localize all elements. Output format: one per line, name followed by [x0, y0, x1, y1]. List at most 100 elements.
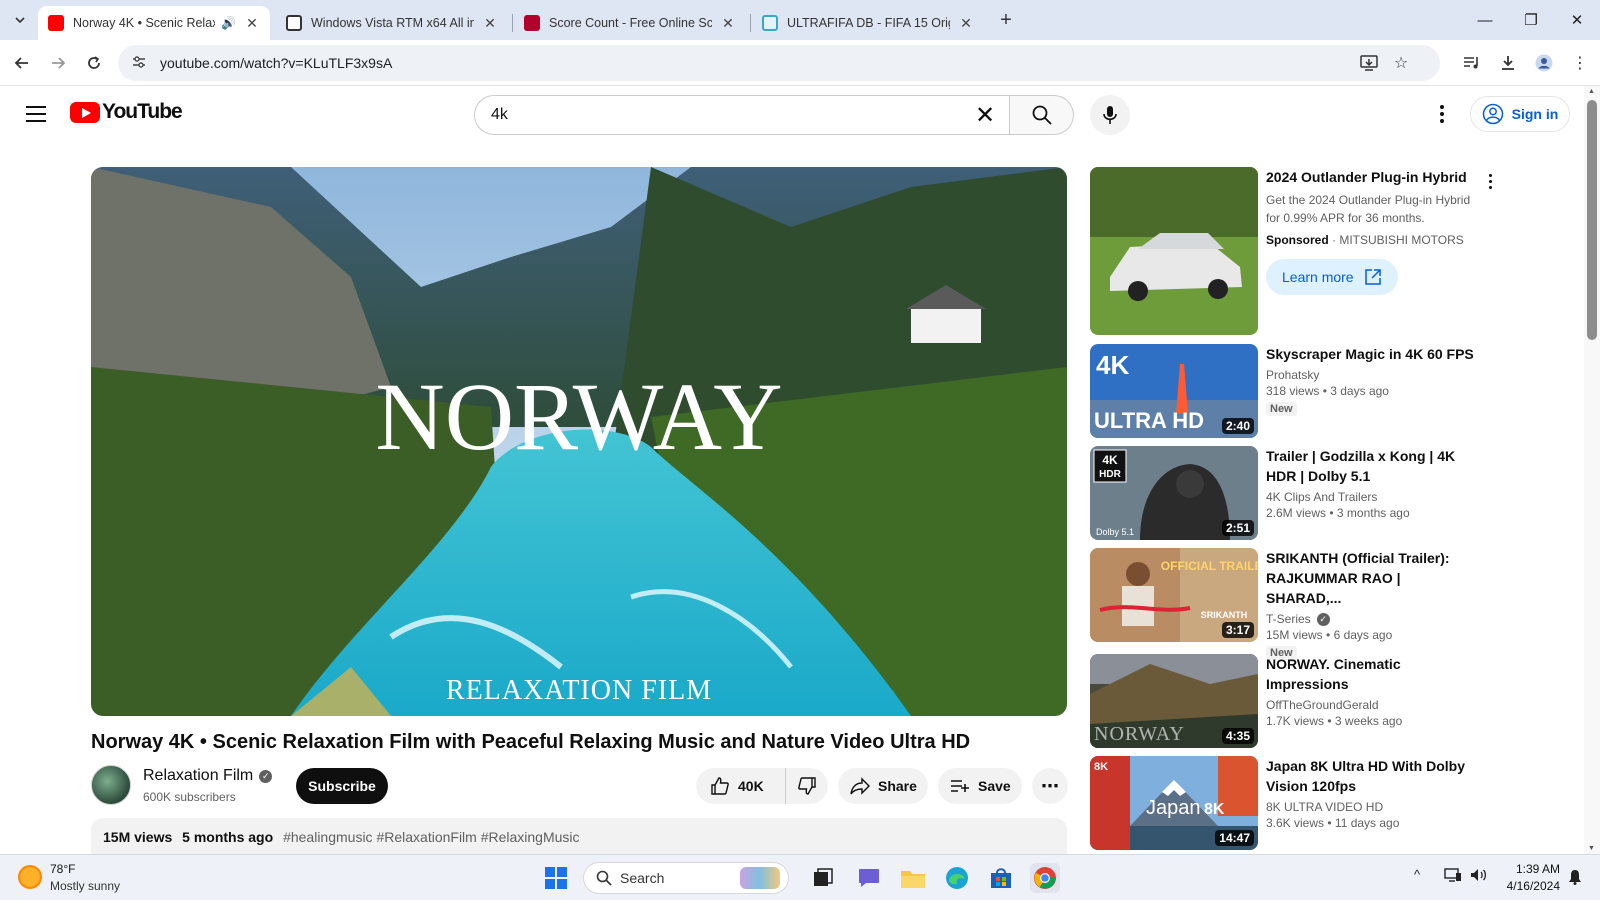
edge-browser-button[interactable]	[942, 863, 972, 893]
channel-name[interactable]: T-Series ✓	[1266, 612, 1476, 626]
taskbar-search-box[interactable]: Search	[583, 862, 789, 894]
forward-button[interactable]	[44, 49, 72, 77]
scrollbar-thumb[interactable]	[1587, 100, 1597, 340]
hashtags[interactable]: #healingmusic #RelaxationFilm #RelaxingM…	[283, 829, 579, 845]
sidebar-ad[interactable]: 2024 Outlander Plug-in Hybrid Get the 20…	[1090, 167, 1550, 337]
show-hidden-icons-chevron-icon[interactable]: ^	[1414, 867, 1420, 882]
thumb-label-4k: 4K	[1096, 350, 1129, 380]
advertiser-name: MITSUBISHI MOTORS	[1339, 233, 1464, 247]
browser-tab[interactable]: Score Count - Free Online Scor ✕	[514, 6, 746, 40]
tab-search-menu-button[interactable]	[8, 8, 32, 32]
sidebar-video[interactable]: 8K Japan 8K 14:47 Japan 8K Ultra HD With…	[1090, 756, 1550, 850]
notification-bell-icon[interactable]	[1568, 869, 1582, 888]
scroll-up-arrow-icon[interactable]: ▲	[1588, 88, 1595, 95]
search-highlight-icon	[740, 867, 780, 889]
channel-name-link[interactable]: Relaxation Film ✓	[143, 767, 273, 785]
sponsored-label: Sponsored	[1266, 233, 1329, 247]
youtube-logo-text: YouTube	[102, 100, 183, 123]
settings-menu-icon[interactable]	[1428, 100, 1456, 128]
browser-tab[interactable]: ULTRAFIFA DB - FIFA 15 Origina ✕	[752, 6, 984, 40]
video-title: Japan 8K Ultra HD With Dolby Vision 120f…	[1266, 758, 1466, 794]
maximize-button[interactable]: ❐	[1508, 0, 1554, 40]
thumb-label-official-trailer: OFFICIAL TRAILER	[1161, 559, 1258, 573]
youtube-favicon-icon	[48, 15, 64, 31]
channel-name[interactable]: Prohatsky	[1266, 368, 1476, 382]
microsoft-store-button[interactable]	[986, 863, 1016, 893]
reload-button[interactable]	[80, 49, 108, 77]
description-box[interactable]: 15M views 5 months ago #healingmusic #Re…	[91, 818, 1067, 854]
channel-name[interactable]: 4K Clips And Trailers	[1266, 490, 1476, 504]
channel-avatar[interactable]	[91, 765, 131, 805]
site-info-icon[interactable]	[124, 55, 154, 72]
dislike-button[interactable]	[786, 768, 828, 804]
downloads-icon[interactable]	[1494, 49, 1522, 77]
channel-name[interactable]: 8K ULTRA VIDEO HD	[1266, 800, 1476, 814]
browser-tab-strip: Norway 4K • Scenic Relaxat 🔊 ✕ Windows V…	[0, 0, 1600, 40]
microphone-icon	[1103, 106, 1117, 124]
close-tab-icon[interactable]: ✕	[244, 15, 260, 32]
address-bar[interactable]: youtube.com/watch?v=KLuTLF3x9sA ☆	[118, 45, 1440, 81]
more-actions-icon[interactable]: ⋯	[1032, 768, 1068, 804]
close-tab-icon[interactable]: ✕	[720, 15, 736, 32]
sign-in-button[interactable]: Sign in	[1470, 96, 1570, 132]
youtube-logo[interactable]: YouTube	[70, 100, 183, 124]
scroll-down-arrow-icon[interactable]: ▼	[1588, 845, 1595, 852]
video-meta: 318 views • 3 days ago	[1266, 384, 1389, 398]
task-view-button[interactable]	[808, 863, 838, 893]
video-thumbnail[interactable]: 8K Japan 8K 14:47	[1090, 756, 1258, 850]
youtube-play-logo-icon	[70, 101, 100, 123]
upload-age: 5 months ago	[182, 829, 274, 845]
close-tab-icon[interactable]: ✕	[482, 15, 498, 32]
install-app-icon[interactable]	[1356, 50, 1382, 76]
bookmark-star-icon[interactable]: ☆	[1388, 50, 1414, 76]
share-button[interactable]: Share	[838, 768, 928, 804]
chrome-menu-icon[interactable]: ⋮	[1566, 49, 1594, 77]
video-thumbnail[interactable]: 4K ULTRA HD 2:40	[1090, 344, 1258, 438]
video-thumbnail[interactable]: 4K HDR Dolby 5.1 2:51	[1090, 446, 1258, 540]
browser-tab-active[interactable]: Norway 4K • Scenic Relaxat 🔊 ✕	[38, 6, 270, 40]
search-icon	[596, 870, 612, 886]
chrome-taskbar-button[interactable]	[1030, 863, 1060, 893]
video-thumbnail[interactable]: OFFICIAL TRAILER SRIKANTH 3:17	[1090, 548, 1258, 642]
learn-more-button[interactable]: Learn more	[1266, 259, 1398, 295]
browser-tab[interactable]: Windows Vista RTM x64 All in C ✕	[276, 6, 508, 40]
search-input[interactable]: 4k ✕	[474, 95, 1010, 135]
close-window-button[interactable]: ✕	[1554, 0, 1600, 40]
weather-sun-icon[interactable]	[18, 865, 42, 889]
ad-thumbnail[interactable]	[1090, 167, 1258, 335]
sidebar-video[interactable]: 4K HDR Dolby 5.1 2:51 Trailer | Godzilla…	[1090, 446, 1550, 540]
sidebar-video[interactable]: 4K ULTRA HD 2:40 Skyscraper Magic in 4K …	[1090, 344, 1550, 438]
sidebar-video[interactable]: OFFICIAL TRAILER SRIKANTH 3:17 SRIKANTH …	[1090, 548, 1550, 660]
search-button[interactable]	[1010, 95, 1074, 135]
system-clock[interactable]: 1:39 AM 4/16/2024	[1470, 861, 1560, 895]
profile-icon[interactable]	[1530, 49, 1558, 77]
video-meta: 15M views • 6 days ago	[1266, 628, 1393, 642]
channel-name[interactable]: OffTheGroundGerald	[1266, 698, 1476, 712]
clear-search-icon[interactable]: ✕	[967, 101, 1003, 130]
save-button[interactable]: Save	[938, 768, 1022, 804]
media-controls-icon[interactable]	[1458, 49, 1486, 77]
ad-sponsor-line: Sponsored · MITSUBISHI MOTORS	[1266, 233, 1464, 247]
back-button[interactable]	[8, 49, 36, 77]
page-scrollbar[interactable]: ▲ ▼	[1584, 86, 1600, 854]
taskbar-search-label: Search	[620, 870, 665, 886]
minimize-button[interactable]: —	[1462, 0, 1508, 40]
close-tab-icon[interactable]: ✕	[958, 15, 974, 32]
voice-search-button[interactable]	[1090, 95, 1130, 135]
start-button[interactable]	[541, 863, 571, 893]
video-thumbnail[interactable]: NORWAY 4:35	[1090, 654, 1258, 748]
new-tab-button[interactable]: +	[994, 8, 1018, 32]
clock-time: 1:39 AM	[1515, 862, 1560, 876]
chat-app-button[interactable]	[854, 863, 884, 893]
tab-title: ULTRAFIFA DB - FIFA 15 Origina	[787, 16, 950, 30]
network-icon[interactable]	[1444, 867, 1462, 886]
file-explorer-button[interactable]	[898, 863, 928, 893]
share-label: Share	[878, 778, 917, 794]
ad-options-icon[interactable]	[1480, 171, 1500, 191]
speaker-icon[interactable]: 🔊	[221, 16, 236, 30]
subscribe-button[interactable]: Subscribe	[296, 768, 388, 804]
sidebar-video[interactable]: NORWAY 4:35 NORWAY. Cinematic Impression…	[1090, 654, 1550, 748]
like-button[interactable]: 40K	[696, 768, 786, 804]
video-player[interactable]: NORWAY RELAXATION FILM	[91, 167, 1067, 716]
hamburger-menu-icon[interactable]	[22, 100, 50, 128]
